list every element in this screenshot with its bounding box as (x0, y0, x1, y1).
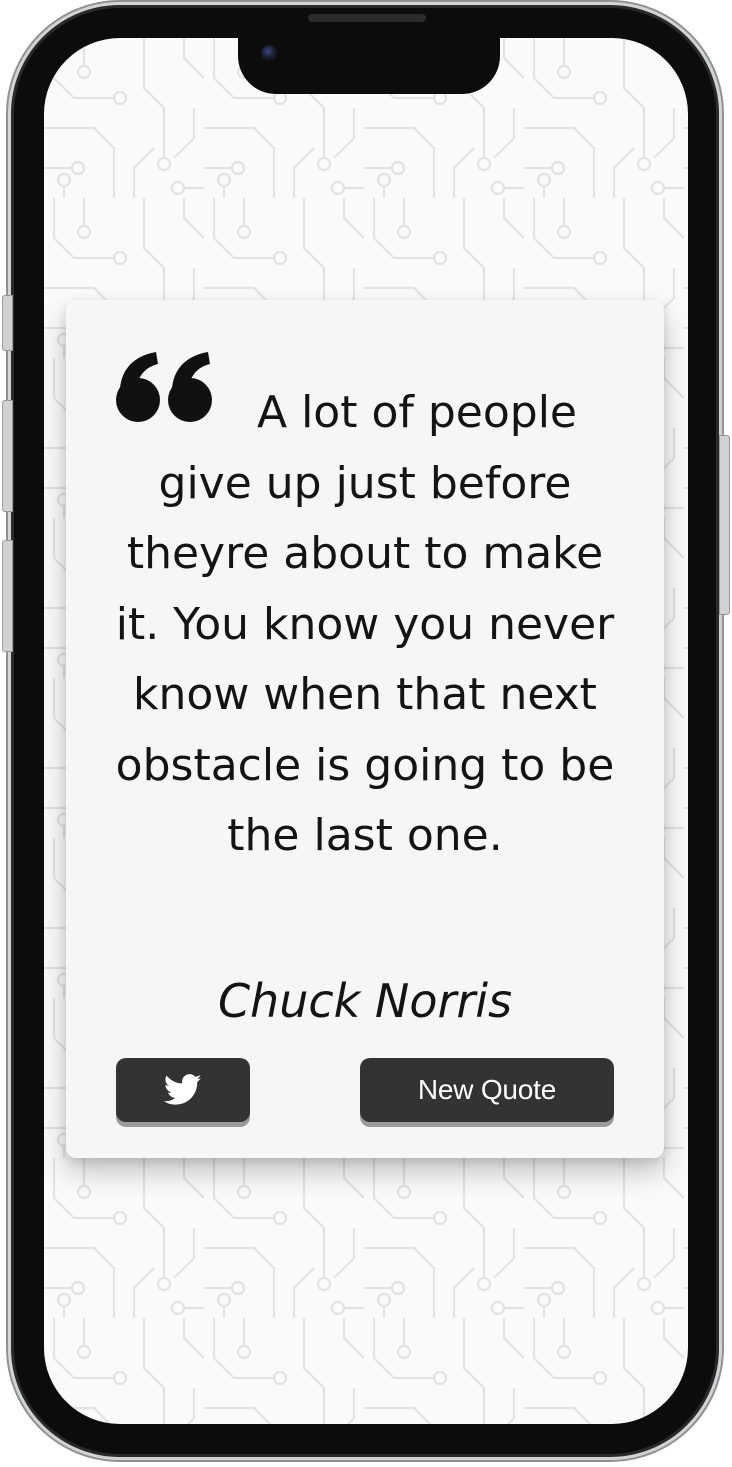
quote-text: A lot of people give up just before they… (115, 387, 615, 861)
phone-volume-down-button (2, 540, 13, 652)
new-quote-label: New Quote (417, 1074, 557, 1105)
phone-speaker (308, 14, 426, 22)
phone-notch (238, 38, 500, 94)
phone-volume-up-button (2, 400, 13, 512)
phone-power-button (719, 435, 730, 615)
tweet-quote-button[interactable] (116, 1058, 250, 1122)
new-quote-button[interactable]: New Quote (360, 1058, 614, 1122)
phone-action-button (2, 295, 13, 351)
quote-author: Chuck Norris (217, 974, 513, 1028)
twitter-icon (164, 1074, 202, 1105)
front-camera (261, 45, 277, 61)
